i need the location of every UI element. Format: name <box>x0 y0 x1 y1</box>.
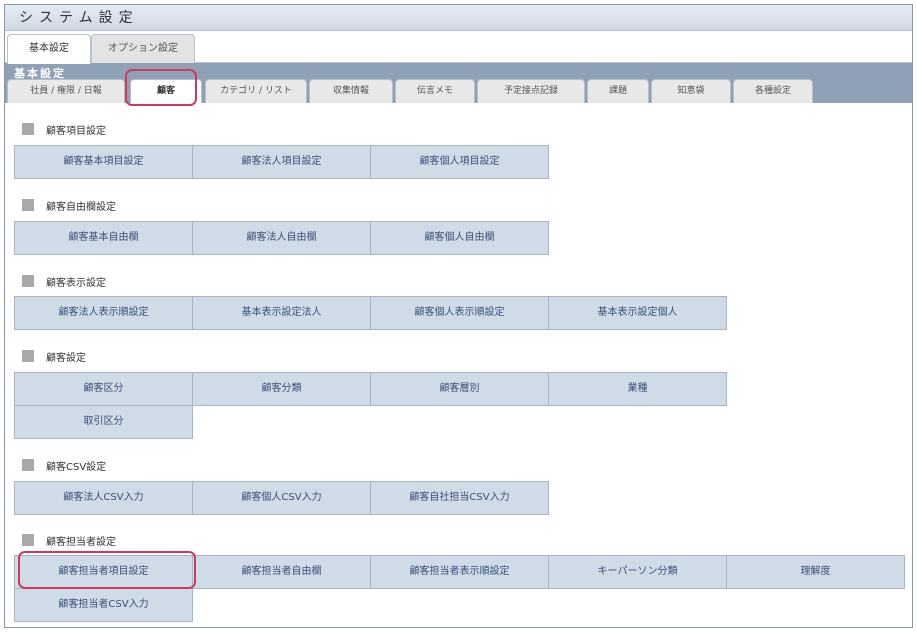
individual-csv-import-button[interactable]: 顧客個人CSV入力 <box>192 481 371 515</box>
group-title-customer-free-fields: 顧客自由欄設定 <box>22 198 116 213</box>
key-person-classification-button[interactable]: キーパーソン分類 <box>548 555 727 589</box>
group-title-customer-contact: 顧客担当者設定 <box>22 533 116 548</box>
subtab-message-memo[interactable]: 伝言メモ <box>395 79 475 103</box>
subtab-collected-info[interactable]: 収集情報 <box>309 79 393 103</box>
bullet-square-icon <box>22 534 34 546</box>
customer-tier-button[interactable]: 顧客層別 <box>370 372 549 406</box>
customer-classification-button[interactable]: 顧客分類 <box>192 372 371 406</box>
contact-csv-import-button[interactable]: 顧客担当者CSV入力 <box>14 588 193 622</box>
subtab-category-list[interactable]: カテゴリ / リスト <box>205 79 307 103</box>
button-row: 顧客基本項目設定 顧客法人項目設定 顧客個人項目設定 <box>14 145 549 179</box>
bullet-square-icon <box>22 350 34 362</box>
button-row: 取引区分 <box>14 405 193 439</box>
bullet-square-icon <box>22 199 34 211</box>
subtab-staff-permissions-daily[interactable]: 社員 / 権限 / 日報 <box>7 79 125 103</box>
corporate-csv-import-button[interactable]: 顧客法人CSV入力 <box>14 481 193 515</box>
group-title-customer-display: 顧客表示設定 <box>22 274 106 289</box>
button-row: 顧客基本自由欄 顧客法人自由欄 顧客個人自由欄 <box>14 221 549 255</box>
tab-option-settings[interactable]: オプション設定 <box>91 34 195 63</box>
button-row: 顧客担当者CSV入力 <box>14 588 193 622</box>
contact-display-order-button[interactable]: 顧客担当者表示順設定 <box>370 555 549 589</box>
group-title-customer-items: 顧客項目設定 <box>22 122 106 137</box>
contact-items-button[interactable]: 顧客担当者項目設定 <box>14 555 193 589</box>
subtab-customer[interactable]: 顧客 <box>130 79 202 103</box>
transaction-category-button[interactable]: 取引区分 <box>14 405 193 439</box>
subtab-knowledge-base[interactable]: 知恵袋 <box>651 79 731 103</box>
individual-display-order-button[interactable]: 顧客個人表示順設定 <box>370 296 549 330</box>
tab-basic-settings[interactable]: 基本設定 <box>7 34 91 64</box>
contact-free-field-button[interactable]: 顧客担当者自由欄 <box>192 555 371 589</box>
customer-category-button[interactable]: 顧客区分 <box>14 372 193 406</box>
button-row: 顧客法人CSV入力 顧客個人CSV入力 顧客自社担当CSV入力 <box>14 481 549 515</box>
group-title-customer-csv: 顧客CSV設定 <box>22 458 106 473</box>
top-tab-bar: 基本設定 オプション設定 <box>5 31 912 64</box>
customer-basic-items-button[interactable]: 顧客基本項目設定 <box>14 145 193 179</box>
button-row: 顧客法人表示順設定 基本表示設定法人 顧客個人表示順設定 基本表示設定個人 <box>14 296 727 330</box>
button-row: 顧客区分 顧客分類 顧客層別 業種 <box>14 372 727 406</box>
customer-individual-free-field-button[interactable]: 顧客個人自由欄 <box>370 221 549 255</box>
bullet-square-icon <box>22 275 34 287</box>
subtab-misc-settings[interactable]: 各種設定 <box>733 79 813 103</box>
bullet-square-icon <box>22 459 34 471</box>
customer-individual-items-button[interactable]: 顧客個人項目設定 <box>370 145 549 179</box>
understanding-level-button[interactable]: 理解度 <box>726 555 905 589</box>
corporate-display-order-button[interactable]: 顧客法人表示順設定 <box>14 296 193 330</box>
button-row: 顧客担当者項目設定 顧客担当者自由欄 顧客担当者表示順設定 キーパーソン分類 理… <box>14 555 905 589</box>
customer-basic-free-field-button[interactable]: 顧客基本自由欄 <box>14 221 193 255</box>
group-title-customer-settings: 顧客設定 <box>22 349 86 364</box>
in-house-staff-csv-import-button[interactable]: 顧客自社担当CSV入力 <box>370 481 549 515</box>
customer-corporate-items-button[interactable]: 顧客法人項目設定 <box>192 145 371 179</box>
customer-corporate-free-field-button[interactable]: 顧客法人自由欄 <box>192 221 371 255</box>
subtab-schedule-contact-record[interactable]: 予定接点記録 <box>477 79 585 103</box>
bullet-square-icon <box>22 123 34 135</box>
window-title: システム設定 <box>5 5 912 31</box>
subtab-issues[interactable]: 課題 <box>587 79 649 103</box>
industry-button[interactable]: 業種 <box>548 372 727 406</box>
basic-display-corporate-button[interactable]: 基本表示設定法人 <box>192 296 371 330</box>
basic-display-individual-button[interactable]: 基本表示設定個人 <box>548 296 727 330</box>
section-tab-bar: 基本設定 社員 / 権限 / 日報 顧客 カテゴリ / リスト 収集情報 伝言メ… <box>5 63 912 103</box>
